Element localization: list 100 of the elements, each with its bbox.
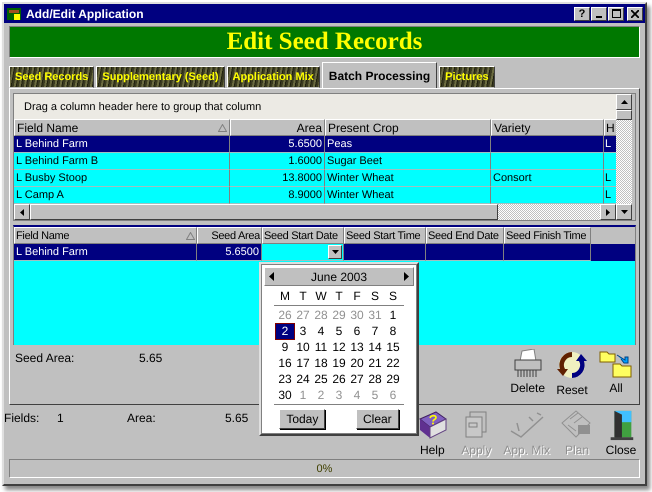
calendar-day[interactable]: 11 (312, 340, 330, 354)
total-value: 1 (57, 411, 65, 427)
table-cell: L Behind Farm B (16, 155, 98, 167)
calendar-day[interactable]: 26 (330, 372, 348, 386)
scroll-up-button[interactable] (616, 94, 632, 110)
scroll-thumb[interactable] (616, 110, 632, 120)
weekday-label: T (334, 289, 344, 303)
calendar-day[interactable]: 14 (366, 340, 384, 354)
table-row[interactable]: L Camp A 8.9000 Winter Wheat L (14, 187, 616, 204)
calendar-day[interactable]: 15 (384, 340, 402, 354)
folders-icon (599, 349, 633, 379)
right-arrow-icon (606, 208, 610, 216)
calendar-day[interactable]: 20 (348, 356, 366, 370)
column-header[interactable]: Seed Start Date (262, 227, 344, 244)
table-cell: L Behind Farm (16, 246, 88, 258)
maximize-button[interactable] (608, 6, 624, 20)
scroll-right-button[interactable] (600, 204, 616, 220)
circular-arrows-icon (556, 349, 588, 381)
calendar-day[interactable]: 3 (294, 324, 312, 338)
table-cell: Winter Wheat (327, 172, 394, 184)
calendar-button[interactable]: Today (279, 409, 326, 429)
calendar-day[interactable]: 2 (276, 324, 294, 338)
column-header[interactable]: Area (230, 119, 325, 136)
column-header[interactable]: Present Crop (325, 119, 491, 136)
vertical-scrollbar[interactable] (616, 94, 632, 220)
column-header[interactable]: Field Name (14, 227, 197, 244)
table-cell: L (605, 138, 612, 150)
column-header[interactable]: Variety (491, 119, 604, 136)
shredder-icon (512, 349, 544, 379)
maximize-icon (612, 9, 620, 18)
calendar-day[interactable]: 29 (384, 372, 402, 386)
weekday-label: F (352, 289, 362, 303)
table-cell: 1.6000 (288, 155, 322, 167)
progress-label: 0% (316, 462, 332, 474)
calendar-day[interactable]: 30 (276, 388, 294, 402)
scroll-thumb[interactable] (30, 204, 498, 220)
dropdown-button[interactable] (328, 245, 342, 259)
toolbar-button[interactable]: Close (601, 409, 641, 457)
calendar-day[interactable]: 16 (276, 356, 294, 370)
calendar-day[interactable]: 6 (348, 324, 366, 338)
calendar-day[interactable]: 4 (312, 324, 330, 338)
calendar-day[interactable]: 9 (276, 340, 294, 354)
table-row[interactable]: L Behind Farm 5.6500 (14, 244, 635, 261)
help-button[interactable]: ? (574, 6, 590, 20)
horizontal-scrollbar[interactable] (14, 204, 616, 220)
calendar-day[interactable]: 22 (384, 356, 402, 370)
calendar-day[interactable]: 28 (366, 372, 384, 386)
column-header[interactable]: Seed Area (197, 227, 262, 244)
calendar-day[interactable]: 17 (294, 356, 312, 370)
table-cell: Sugar Beet (327, 155, 382, 167)
month-title: June 2003 (310, 270, 368, 284)
calendar-day[interactable]: 7 (366, 324, 384, 338)
sort-icon (218, 124, 227, 132)
toolbar-button[interactable]: Reset (552, 349, 592, 397)
calendar-day[interactable]: 19 (330, 356, 348, 370)
table-row[interactable]: L Behind Farm 5.6500 Peas L (14, 136, 616, 153)
scroll-down-button[interactable] (616, 204, 632, 220)
sort-icon (186, 232, 195, 240)
column-header[interactable]: Field Name (14, 119, 230, 136)
tab[interactable]: Seed Records (9, 66, 94, 88)
tab[interactable]: Application Mix (226, 66, 320, 88)
total-label: Area: (127, 411, 157, 427)
calendar-day[interactable]: 1 (384, 308, 402, 322)
table-row[interactable]: L Busby Stoop 13.8000 Winter Wheat Consort L (14, 170, 616, 187)
weekday-label: S (388, 289, 398, 303)
calendar-day[interactable]: 27 (348, 372, 366, 386)
tab[interactable]: Supplementary (Seed) (96, 66, 225, 88)
calendar-day[interactable]: 10 (294, 340, 312, 354)
table-cell: 5.6500 (288, 138, 322, 150)
minimize-button[interactable] (591, 6, 607, 20)
calendar-day[interactable]: 23 (276, 372, 294, 386)
table-cell: Consort (493, 172, 532, 184)
group-hint: Drag a column header here to group that column (24, 100, 262, 112)
left-arrow-icon (20, 208, 24, 216)
tab[interactable]: Batch Processing (322, 62, 438, 88)
column-header[interactable]: Seed Finish Time (504, 227, 591, 244)
calendar-button[interactable]: Clear (356, 409, 399, 429)
total-label: Fields: (4, 411, 40, 427)
close-button[interactable] (627, 6, 643, 20)
calendar-day[interactable]: 12 (330, 340, 348, 354)
scroll-left-button[interactable] (14, 204, 30, 220)
calendar-day[interactable]: 18 (312, 356, 330, 370)
table-row[interactable]: L Behind Farm B 1.6000 Sugar Beet (14, 153, 616, 170)
seed-area-value: 5.65 (139, 351, 162, 367)
column-header[interactable]: Seed End Date (426, 227, 504, 244)
toolbar-button[interactable]: Help (412, 409, 452, 457)
calendar-day[interactable]: 5 (330, 324, 348, 338)
tab[interactable]: Pictures (439, 66, 495, 88)
table-cell: L (605, 172, 612, 184)
calendar-day[interactable]: 24 (294, 372, 312, 386)
table-cell: L (605, 189, 612, 201)
header-title: Edit Seed Records (226, 28, 422, 56)
calendar-day[interactable]: 8 (384, 324, 402, 338)
calendar-day[interactable]: 13 (348, 340, 366, 354)
toolbar-button[interactable]: Delete (507, 349, 548, 397)
column-header[interactable]: Seed Start Time (344, 227, 426, 244)
calendar-day[interactable]: 25 (312, 372, 330, 386)
weekday-label: M (279, 289, 291, 303)
toolbar-button[interactable]: All (596, 349, 636, 397)
calendar-day[interactable]: 21 (366, 356, 384, 370)
